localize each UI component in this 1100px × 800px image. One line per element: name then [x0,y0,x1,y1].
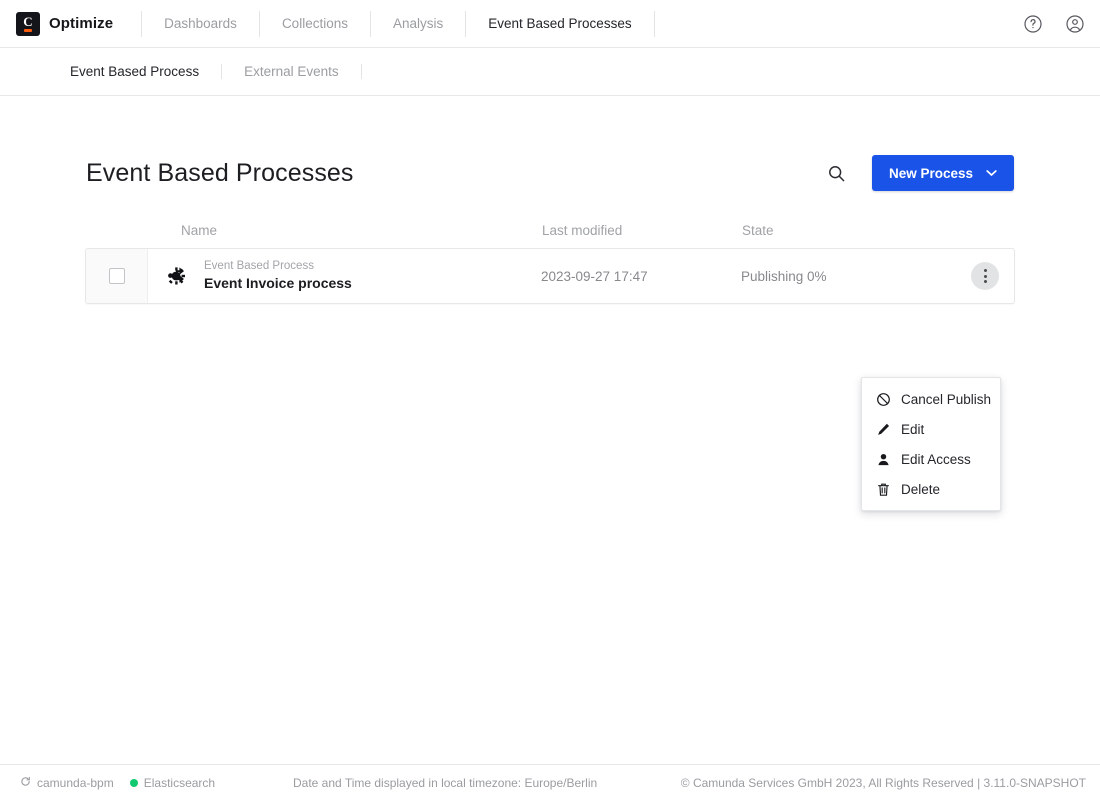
brand-logo[interactable]: C Optimize [0,0,113,47]
new-process-label: New Process [888,165,973,181]
top-header: C Optimize Dashboards Collections Analys… [0,0,1100,48]
refresh-icon [20,776,31,790]
brand-name: Optimize [49,15,114,32]
main-nav: Dashboards Collections Analysis Event Ba… [141,10,655,37]
row-name-cell[interactable]: Event Based Process Event Invoice proces… [148,249,541,303]
row-menu-cell [956,249,1014,303]
row-entity-type: Event Based Process [204,259,314,272]
search-engine-status-label: Elasticsearch [143,775,216,790]
subnav-item-external-events[interactable]: External Events [222,64,362,79]
menu-item-cancel-publish-label: Cancel Publish [901,391,992,407]
user-avatar-icon[interactable] [1064,13,1086,35]
row-name-block: Event Based Process Event Invoice proces… [204,260,352,292]
trash-icon [876,482,891,497]
row-state: Publishing 0% [741,268,827,284]
menu-item-edit[interactable]: Edit [862,414,1000,444]
search-engine-status: Elasticsearch [129,775,216,790]
app-root: C Optimize Dashboards Collections Analys… [0,0,1100,800]
logo-letter: C [23,14,33,29]
table-header-row: Name Last modified State [85,212,1015,248]
page-title: Event Based Processes [86,158,354,187]
event-process-gear-icon [164,263,190,289]
footer-status-group: camunda-bpm Elasticsearch [0,776,215,790]
page-header-actions: New Process [824,155,1014,191]
person-icon [876,452,891,467]
new-process-button[interactable]: New Process [871,155,1014,191]
status-dot-icon [129,778,138,787]
row-entity-name[interactable]: Event Invoice process [204,275,352,292]
menu-item-delete-label: Delete [901,481,941,497]
menu-item-edit-label: Edit [901,421,925,437]
engine-status-label: camunda-bpm [37,775,114,790]
row-select-checkbox[interactable] [108,268,125,284]
subnav-item-event-based-process[interactable]: Event Based Process [48,64,223,79]
camunda-logo-icon: C [16,11,40,36]
main-content: Event Based Processes New Process Name L… [0,96,1100,764]
table-header-state: State [742,222,774,238]
table-row[interactable]: Event Based Process Event Invoice proces… [85,248,1015,304]
footer: camunda-bpm Elasticsearch Date and Time … [0,764,1100,800]
chevron-down-icon [986,169,997,177]
table-header-name: Name [181,222,218,238]
timezone-note: Date and Time displayed in local timezon… [293,775,598,790]
kebab-dot-2 [983,274,987,278]
sub-navigation: Event Based Process External Events [0,48,1100,96]
table-header-last-modified: Last modified [542,222,623,238]
ban-icon [876,392,891,407]
menu-item-delete[interactable]: Delete [862,474,1000,504]
menu-item-edit-access-label: Edit Access [901,451,971,467]
menu-item-cancel-publish[interactable]: Cancel Publish [862,384,1000,414]
copyright-note: © Camunda Services GmbH 2023, All Rights… [680,775,1086,790]
nav-item-event-based-processes[interactable]: Event Based Processes [465,10,655,37]
logo-accent-bar [24,28,32,32]
help-circle-icon[interactable] [1022,13,1044,35]
menu-item-edit-access[interactable]: Edit Access [862,444,1000,474]
nav-item-collections[interactable]: Collections [258,10,370,37]
row-last-modified: 2023-09-27 17:47 [541,268,648,284]
kebab-menu-icon[interactable] [971,262,999,290]
kebab-dot-1 [983,269,987,272]
page-header: Event Based Processes New Process [85,152,1015,194]
header-actions [1022,0,1086,47]
row-checkbox-cell [86,249,148,303]
engine-status: camunda-bpm [20,776,114,790]
nav-item-analysis[interactable]: Analysis [369,10,465,37]
search-icon[interactable] [824,160,850,186]
kebab-dot-3 [983,280,987,283]
pencil-icon [876,422,891,437]
row-context-menu: Cancel Publish Edit Edit Access Delete [861,377,1001,511]
nav-item-dashboards[interactable]: Dashboards [141,10,259,37]
